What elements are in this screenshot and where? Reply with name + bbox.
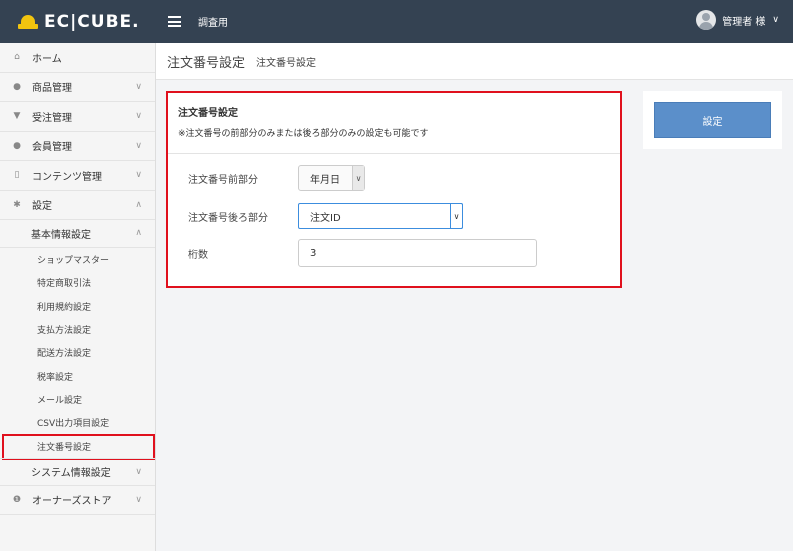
chevron-down-icon: ∨ (135, 494, 142, 505)
sidebar: ⌂ ホーム ● 商品管理 ∨ ▼ 受注管理 ∨ ● 会員管理 ∨ ▯ コンテンツ… (0, 43, 156, 551)
sidebar-item-customers[interactable]: ● 会員管理 ∨ (0, 132, 155, 161)
avatar (696, 10, 717, 30)
logo[interactable]: EC|CUBE. (0, 0, 156, 43)
chevron-down-icon: ∨ (450, 203, 463, 229)
chevron-down-icon: ∨ (135, 140, 142, 151)
gear-icon: ✱ (13, 199, 21, 210)
sidebar-item-label: 設定 (32, 201, 52, 213)
page-subtitle: 注文番号設定 (256, 57, 317, 69)
basic-settings-list: ショップマスター 特定商取引法 利用規約設定 支払方法設定 配送方法設定 税率設… (0, 248, 155, 461)
sidebar-item-label: システム情報設定 (31, 468, 111, 480)
chevron-up-icon: ∧ (135, 228, 142, 238)
users-icon: ● (13, 140, 21, 151)
sidebar-item-label: オーナーズストア (32, 496, 112, 508)
chevron-down-icon: ∨ (352, 166, 364, 190)
prefix-select-value: 年月日 (310, 174, 340, 186)
sidebar-item-orders[interactable]: ▼ 受注管理 ∨ (0, 102, 155, 132)
chevron-down-icon: ∨ (772, 15, 779, 25)
sidebar-item-settings[interactable]: ✱ 設定 ∧ (0, 191, 155, 220)
shop-name: 調査用 (198, 18, 228, 29)
action-panel: 設定 (643, 91, 782, 149)
sidebar-item-terms[interactable]: 利用規約設定 (0, 295, 155, 318)
prefix-select[interactable]: 年月日 ∨ (298, 165, 365, 191)
page-title: 注文番号設定 (167, 55, 246, 71)
sidebar-item-mail[interactable]: メール設定 (0, 388, 155, 411)
cart-icon: ▼ (13, 111, 21, 122)
sidebar-item-home[interactable]: ⌂ ホーム (0, 43, 155, 73)
sidebar-item-tradelaw[interactable]: 特定商取引法 (0, 271, 155, 294)
digits-input[interactable]: 3 (298, 239, 537, 267)
chevron-down-icon: ∨ (135, 111, 142, 121)
digits-label: 桁数 (188, 250, 208, 261)
sidebar-item-csv[interactable]: CSV出力項目設定 (0, 411, 155, 434)
info-circle-icon: ❶ (12, 494, 22, 505)
sidebar-item-label: 会員管理 (32, 142, 72, 154)
sidebar-item-label: 受注管理 (32, 112, 72, 124)
tag-icon: ● (13, 81, 21, 92)
sidebar-item-label: ホーム (32, 53, 62, 65)
sidebar-item-delivery[interactable]: 配送方法設定 (0, 341, 155, 364)
sidebar-item-products[interactable]: ● 商品管理 ∨ (0, 73, 155, 102)
top-header: EC|CUBE. 調査用 管理者 様 ∨ (0, 0, 793, 43)
sidebar-item-tax[interactable]: 税率設定 (0, 364, 155, 387)
sidebar-item-owners-store[interactable]: ❶ オーナーズストア ∨ (0, 486, 155, 516)
sidebar-item-label: 基本情報設定 (31, 230, 91, 241)
sidebar-item-payment[interactable]: 支払方法設定 (0, 318, 155, 341)
sidebar-item-label: コンテンツ管理 (32, 171, 102, 183)
chevron-up-icon: ∧ (135, 199, 142, 210)
card-title: 注文番号設定 (178, 108, 238, 119)
digits-input-value: 3 (310, 247, 317, 259)
sidebar-item-order-number[interactable]: 注文番号設定 (0, 434, 155, 461)
file-icon: ▯ (14, 170, 20, 181)
card-header: 注文番号設定 ※注文番号の前部分のみまたは後ろ部分のみの設定も可能です (168, 93, 620, 154)
suffix-label: 注文番号後ろ部分 (188, 213, 268, 224)
logo-mark-icon (18, 14, 38, 29)
chevron-down-icon: ∨ (135, 81, 142, 92)
page-title-bar: 注文番号設定 注文番号設定 (156, 43, 793, 80)
prefix-label: 注文番号前部分 (188, 175, 258, 186)
hamburger-menu-icon[interactable] (168, 16, 181, 27)
sidebar-item-contents[interactable]: ▯ コンテンツ管理 ∨ (0, 161, 155, 191)
sidebar-item-shop-master[interactable]: ショップマスター (0, 248, 155, 271)
user-menu[interactable]: 管理者 様 ∨ (696, 10, 779, 30)
chevron-down-icon: ∨ (135, 170, 142, 180)
card-note: ※注文番号の前部分のみまたは後ろ部分のみの設定も可能です (178, 129, 429, 139)
sidebar-item-basic-settings[interactable]: 基本情報設定 ∧ (0, 220, 155, 248)
logo-text: EC|CUBE. (44, 11, 140, 32)
sidebar-item-system-settings[interactable]: システム情報設定 ∨ (0, 457, 155, 486)
submit-button[interactable]: 設定 (654, 102, 771, 138)
user-name: 管理者 様 (722, 16, 766, 28)
chevron-down-icon: ∨ (135, 466, 142, 477)
suffix-select[interactable]: 注文ID ∨ (298, 203, 463, 229)
sidebar-item-label: 商品管理 (32, 83, 72, 95)
home-icon: ⌂ (14, 52, 20, 63)
order-number-settings-card: 注文番号設定 ※注文番号の前部分のみまたは後ろ部分のみの設定も可能です 注文番号… (166, 91, 622, 288)
suffix-select-value: 注文ID (310, 212, 341, 224)
